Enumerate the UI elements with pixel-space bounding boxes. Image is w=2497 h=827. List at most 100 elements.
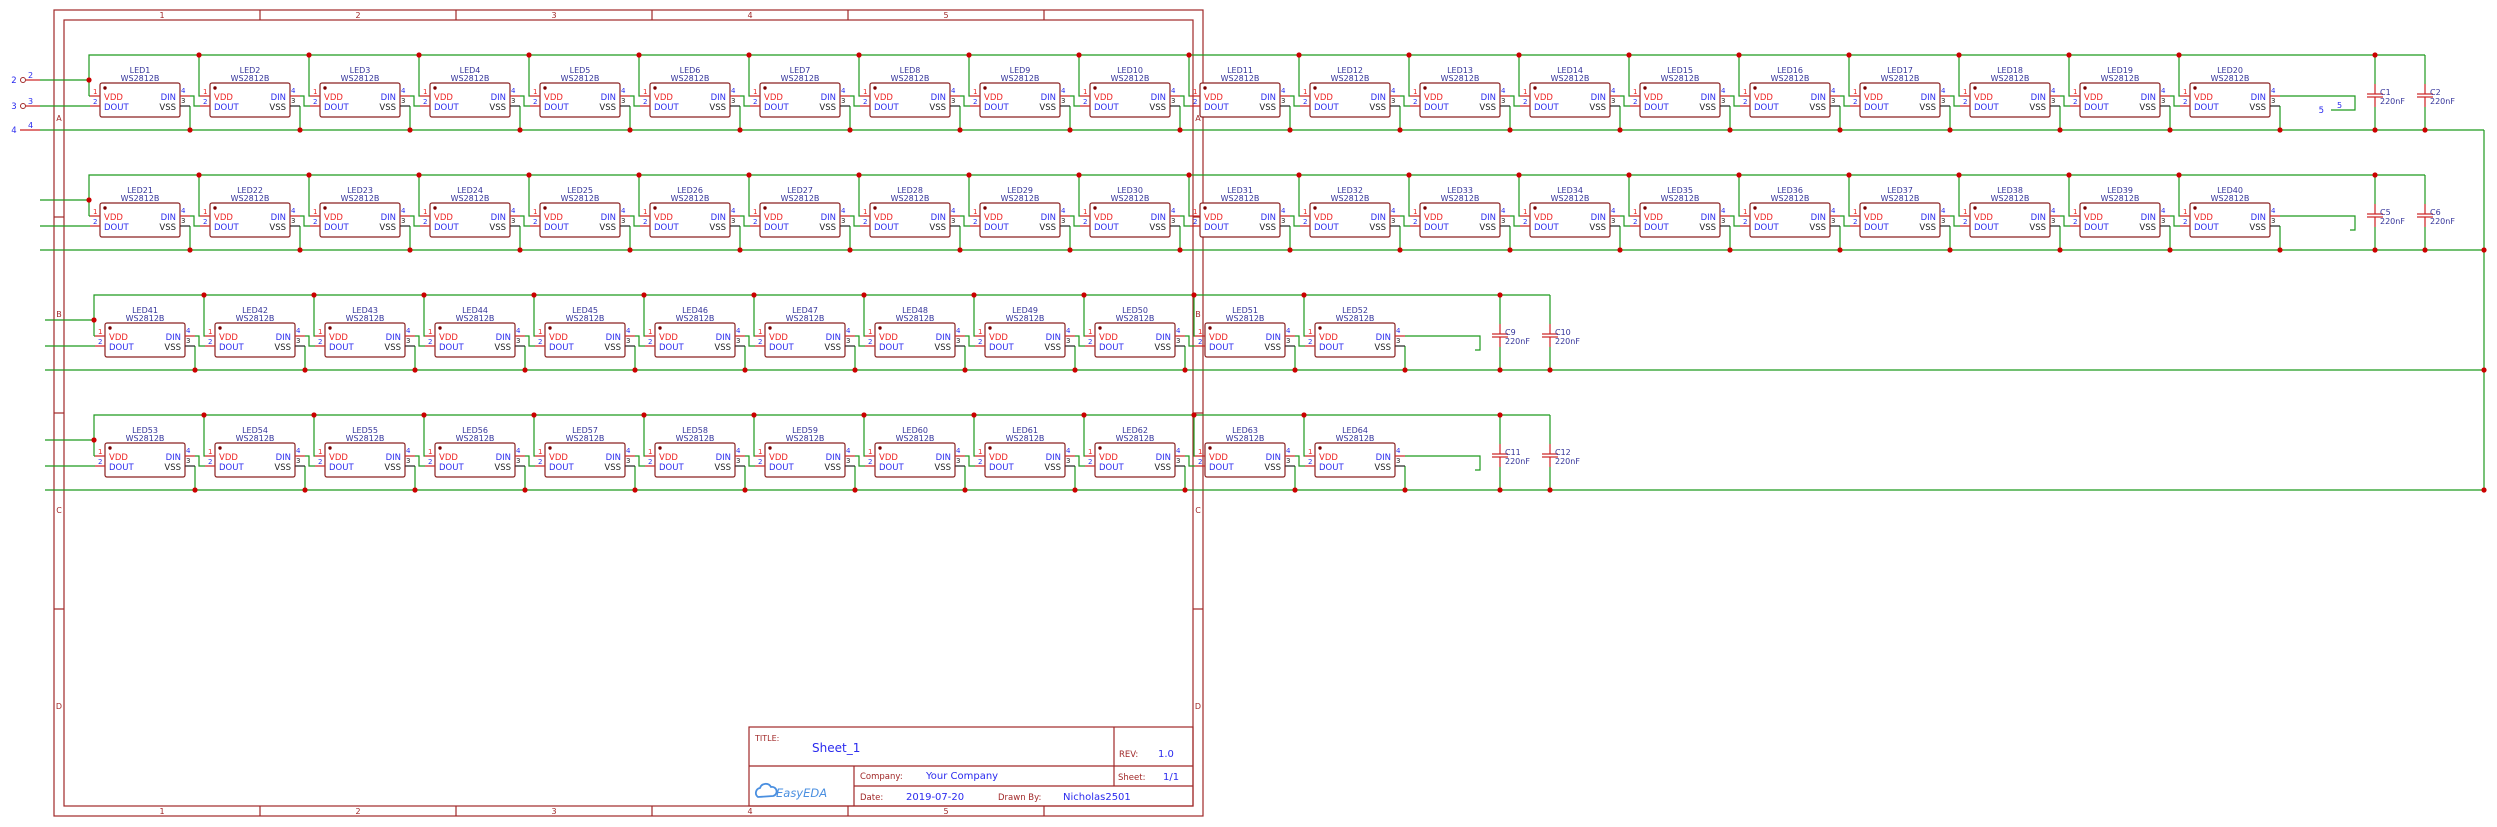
junction-dot xyxy=(1956,52,1962,58)
junction-dot xyxy=(297,127,303,133)
led-part-value: WS2812B xyxy=(2101,74,2140,83)
pin-name-vdd: VDD xyxy=(1864,213,1883,223)
junction-dot xyxy=(1846,52,1852,58)
pin-number-4: 4 xyxy=(516,447,521,455)
pin-number-1: 1 xyxy=(93,88,97,96)
pin-number-4: 4 xyxy=(731,87,736,95)
port-connector-icon xyxy=(20,77,26,83)
junction-dot xyxy=(1182,487,1188,493)
pin-number-2: 2 xyxy=(1193,218,1197,226)
pin1-marker-icon xyxy=(438,446,442,450)
pin-number-1: 1 xyxy=(1193,208,1197,216)
output-port-label: 5 xyxy=(2319,106,2324,116)
pin-number-2: 2 xyxy=(648,338,652,346)
pin-name-vss: VSS xyxy=(159,223,176,233)
pin1-marker-icon xyxy=(1643,206,1647,210)
pin-name-dout: DOUT xyxy=(109,463,134,473)
junction-dot xyxy=(1301,292,1307,298)
pin-name-dout: DOUT xyxy=(1974,103,1999,113)
led-led6: LED6WS2812BVDDDOUTDINVSS1243 xyxy=(640,66,740,118)
pin-name-vss: VSS xyxy=(824,463,841,473)
led-led37: LED37WS2812BVDDDOUTDINVSS1243 xyxy=(1850,186,1950,238)
pin-number-2: 2 xyxy=(1083,218,1087,226)
pin-number-4: 4 xyxy=(186,447,191,455)
pin-number-2: 2 xyxy=(1523,98,1527,106)
pin-name-dout: DOUT xyxy=(1314,223,1339,233)
junction-dot xyxy=(2372,52,2378,58)
data-chain-wire xyxy=(630,95,640,107)
led-led24: LED24WS2812BVDDDOUTDINVSS1243 xyxy=(420,186,520,238)
pin-number-4: 4 xyxy=(1286,327,1291,335)
pin-number-2: 2 xyxy=(203,218,207,226)
pin-name-din: DIN xyxy=(1151,213,1166,223)
pin-number-1: 1 xyxy=(2183,88,2187,96)
pin-number-3: 3 xyxy=(516,337,520,345)
pin-number-1: 1 xyxy=(648,448,652,456)
junction-dot xyxy=(1292,487,1298,493)
pin-name-dout: DOUT xyxy=(1209,343,1234,353)
junction-dot xyxy=(1837,127,1843,133)
vdd-drop-wire xyxy=(2068,55,2070,97)
pin-number-4: 4 xyxy=(841,207,846,215)
vdd-drop-wire xyxy=(418,55,420,97)
pin-name-din: DIN xyxy=(1261,93,1276,103)
data-chain-wire xyxy=(740,95,750,107)
pin-number-1: 1 xyxy=(978,328,982,336)
junction-dot xyxy=(861,412,867,418)
column-label-bottom: 5 xyxy=(943,807,948,816)
pin-number-1: 1 xyxy=(533,88,537,96)
data-chain-wire xyxy=(1180,215,1190,227)
data-chain-wire xyxy=(195,335,205,347)
pin-name-vss: VSS xyxy=(269,103,286,113)
junction-dot xyxy=(2176,52,2182,58)
junction-dot xyxy=(1617,127,1623,133)
pin-number-4: 4 xyxy=(1066,447,1071,455)
input-port-label: 4 xyxy=(11,126,16,136)
pin-name-dout: DOUT xyxy=(544,103,569,113)
pin1-marker-icon xyxy=(213,86,217,90)
pin-number-3: 3 xyxy=(2271,217,2275,225)
data-output-wire xyxy=(1405,455,1481,471)
vdd-drop-wire xyxy=(968,55,970,97)
pin-name-vdd: VDD xyxy=(1204,213,1223,223)
junction-dot xyxy=(1081,292,1087,298)
input-port-label: 2 xyxy=(11,76,16,86)
junction-dot xyxy=(856,52,862,58)
easyeda-logo: EasyEDA xyxy=(755,782,827,800)
pin-number-4: 4 xyxy=(1176,327,1181,335)
junction-dot xyxy=(1516,52,1522,58)
output-port-pin: 5 xyxy=(2337,101,2342,110)
pin-number-1: 1 xyxy=(1523,208,1527,216)
pin-name-dout: DOUT xyxy=(1204,223,1229,233)
pin-number-3: 3 xyxy=(621,217,625,225)
pin-number-2: 2 xyxy=(318,458,322,466)
pin-number-1: 1 xyxy=(1743,208,1747,216)
data-chain-wire xyxy=(1290,95,1300,107)
pin-number-2: 2 xyxy=(868,458,872,466)
pin-name-dout: DOUT xyxy=(1094,103,1119,113)
junction-dot xyxy=(1497,292,1503,298)
pin-number-4: 4 xyxy=(846,447,851,455)
junction-dot xyxy=(737,127,743,133)
vdd-drop-wire xyxy=(308,175,310,217)
vdd-drop-wire xyxy=(528,175,530,217)
pin-name-dout: DOUT xyxy=(439,463,464,473)
pin-number-3: 3 xyxy=(956,337,960,345)
pin-number-4: 4 xyxy=(2051,207,2056,215)
pin-number-2: 2 xyxy=(758,458,762,466)
data-chain-wire xyxy=(1510,95,1520,107)
pin-name-vss: VSS xyxy=(599,223,616,233)
pin-number-2: 2 xyxy=(208,338,212,346)
data-chain-wire xyxy=(850,95,860,107)
led-led38: LED38WS2812BVDDDOUTDINVSS1243 xyxy=(1960,186,2060,238)
pin-name-vdd: VDD xyxy=(1209,333,1228,343)
led-led18: LED18WS2812BVDDDOUTDINVSS1243 xyxy=(1960,66,2060,118)
junction-dot xyxy=(196,172,202,178)
pin-number-3: 3 xyxy=(1391,97,1395,105)
pin-name-vss: VSS xyxy=(164,463,181,473)
pin-name-vss: VSS xyxy=(714,463,731,473)
junction-dot xyxy=(531,292,537,298)
pin-number-4: 4 xyxy=(1176,447,1181,455)
pin-number-3: 3 xyxy=(951,217,955,225)
pin-name-vdd: VDD xyxy=(324,213,343,223)
